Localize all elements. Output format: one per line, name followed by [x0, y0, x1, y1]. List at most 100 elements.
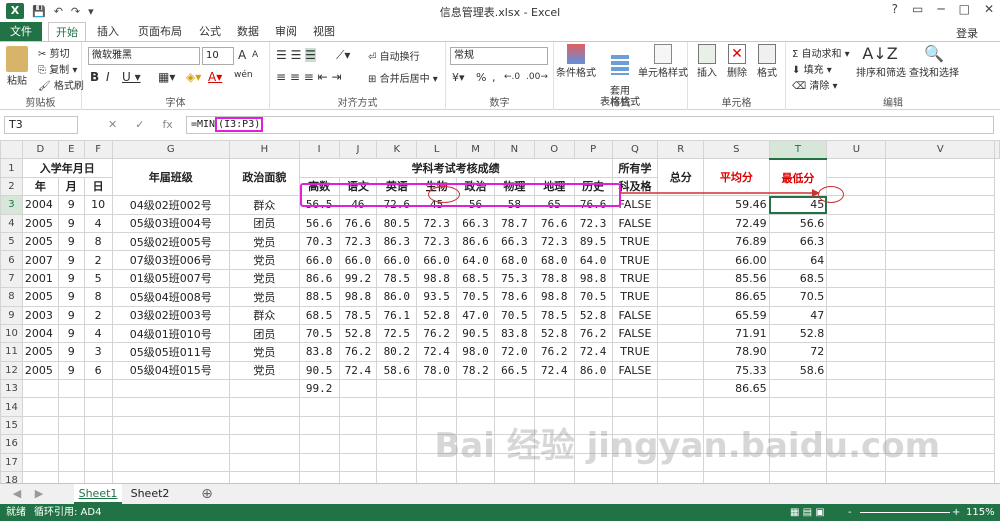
cell-score[interactable]: 68.0	[493, 250, 535, 270]
cell[interactable]	[416, 397, 458, 417]
cell-score[interactable]: 86.6	[456, 231, 495, 252]
italic-button[interactable]: I	[106, 70, 110, 84]
percent-button[interactable]: %	[476, 71, 486, 84]
cell[interactable]	[83, 397, 113, 417]
cell[interactable]	[657, 379, 705, 399]
cell-politics[interactable]: 党员	[229, 250, 300, 270]
close-button[interactable]: ✕	[984, 2, 994, 16]
row-header[interactable]: 5	[0, 231, 23, 252]
cell-minimum[interactable]: 47	[768, 305, 828, 325]
column-header[interactable]: K	[376, 140, 418, 160]
cell[interactable]	[768, 379, 828, 399]
cell-score[interactable]: 78.5	[533, 305, 575, 325]
cell-politics[interactable]: 党员	[229, 342, 300, 362]
cell-month[interactable]: 9	[57, 231, 85, 252]
cell-score[interactable]: 90.5	[456, 323, 495, 344]
cell[interactable]	[21, 471, 59, 483]
cell-minimum[interactable]: 72	[768, 342, 828, 362]
cell-class[interactable]: 05级03班004号	[111, 213, 231, 233]
cell-average[interactable]: 76.89	[703, 231, 770, 252]
cell[interactable]	[885, 379, 995, 399]
cell-score[interactable]: 86.0	[376, 287, 418, 307]
header-grade-class[interactable]: 年届班级	[111, 158, 231, 197]
cell-total[interactable]	[657, 195, 705, 215]
cell[interactable]	[376, 434, 418, 454]
column-header[interactable]: M	[456, 140, 495, 160]
row-header[interactable]: 10	[0, 323, 23, 344]
cell[interactable]	[826, 305, 887, 325]
cell[interactable]	[885, 268, 995, 289]
font-color-icon[interactable]: A▾	[208, 70, 222, 84]
currency-icon[interactable]: ¥▾	[452, 71, 465, 84]
conditional-format-button[interactable]: 条件格式	[556, 44, 596, 79]
cell-politics[interactable]: 党员	[229, 287, 300, 307]
cell-score[interactable]: 76.1	[376, 305, 418, 325]
row-header[interactable]: 9	[0, 305, 23, 325]
cell[interactable]	[338, 434, 378, 454]
cell-year[interactable]: 2005	[21, 213, 59, 233]
tab-sheet2[interactable]: Sheet2	[126, 484, 174, 504]
tab-sheet1[interactable]: Sheet1	[74, 484, 122, 504]
cell[interactable]	[493, 379, 535, 399]
format-painter-button[interactable]: 🖌 格式刷	[38, 77, 84, 92]
align-top-icon[interactable]: ☰ ☰ ☰	[276, 48, 316, 62]
shrink-font-button[interactable]: A	[252, 50, 258, 60]
column-header[interactable]: Q	[611, 140, 659, 160]
cell-total[interactable]	[657, 342, 705, 362]
cell-day[interactable]: 4	[83, 213, 113, 233]
cell[interactable]	[826, 397, 887, 417]
cell-score[interactable]: 83.8	[298, 342, 340, 362]
cell-day[interactable]: 8	[83, 287, 113, 307]
cell-average[interactable]: 65.59	[703, 305, 770, 325]
cell-score[interactable]: 72.3	[338, 231, 378, 252]
sort-filter-button[interactable]: A↓Z 排序和筛选	[856, 44, 906, 79]
prev-sheet-icon[interactable]: ◀	[10, 484, 24, 504]
cell[interactable]	[885, 471, 995, 483]
copy-button[interactable]: ⎘ 复制 ▾	[38, 61, 77, 76]
underline-button[interactable]: U ▾	[122, 70, 141, 84]
cell-score[interactable]: 72.4	[573, 342, 613, 362]
cell-average[interactable]: 66.00	[703, 250, 770, 270]
cell-score[interactable]: 68.5	[456, 268, 495, 289]
cell-politics[interactable]: 群众	[229, 305, 300, 325]
cell[interactable]	[768, 397, 828, 417]
cell[interactable]	[826, 471, 887, 483]
cell[interactable]	[657, 471, 705, 483]
cell-score[interactable]: 76.2	[416, 323, 458, 344]
cell-year[interactable]: 2003	[21, 305, 59, 325]
cell-average[interactable]: 59.46	[703, 195, 770, 215]
cell[interactable]	[111, 397, 231, 417]
cell-politics[interactable]: 党员	[229, 360, 300, 381]
cell[interactable]	[83, 434, 113, 454]
cell-politics[interactable]: 群众	[229, 195, 300, 215]
enter-icon[interactable]: ✓	[135, 118, 144, 131]
cell-score[interactable]: 70.5	[493, 305, 535, 325]
name-box[interactable]: T3	[4, 116, 78, 134]
cell-year[interactable]: 2005	[21, 287, 59, 307]
cell[interactable]	[456, 379, 495, 399]
header-politics[interactable]: 政治面貌	[229, 158, 300, 197]
cell[interactable]	[885, 213, 995, 233]
cell-total[interactable]	[657, 213, 705, 233]
add-sheet-icon[interactable]: ⊕	[198, 484, 216, 504]
cell-all-pass[interactable]: FALSE	[611, 360, 659, 381]
cell-all-pass[interactable]: TRUE	[611, 250, 659, 270]
fill-color-icon[interactable]: ◈▾	[186, 70, 201, 84]
cell[interactable]	[611, 379, 659, 399]
column-header[interactable]: I	[298, 140, 340, 160]
tab-review[interactable]: 审阅	[268, 22, 304, 42]
cell-politics[interactable]: 团员	[229, 213, 300, 233]
cell-all-pass[interactable]: TRUE	[611, 342, 659, 362]
cell[interactable]	[111, 415, 231, 436]
column-header[interactable]: P	[573, 140, 613, 160]
cell[interactable]	[57, 434, 85, 454]
cell-score[interactable]: 90.5	[298, 360, 340, 381]
cell-month[interactable]: 9	[57, 342, 85, 362]
column-header[interactable]: G	[111, 140, 231, 160]
cell[interactable]	[885, 360, 995, 381]
column-header[interactable]: T	[768, 140, 828, 160]
row-header[interactable]: 16	[0, 434, 23, 454]
row-header[interactable]: 4	[0, 213, 23, 233]
cell-day[interactable]: 8	[83, 231, 113, 252]
phonetic-icon[interactable]: wén	[234, 70, 253, 80]
